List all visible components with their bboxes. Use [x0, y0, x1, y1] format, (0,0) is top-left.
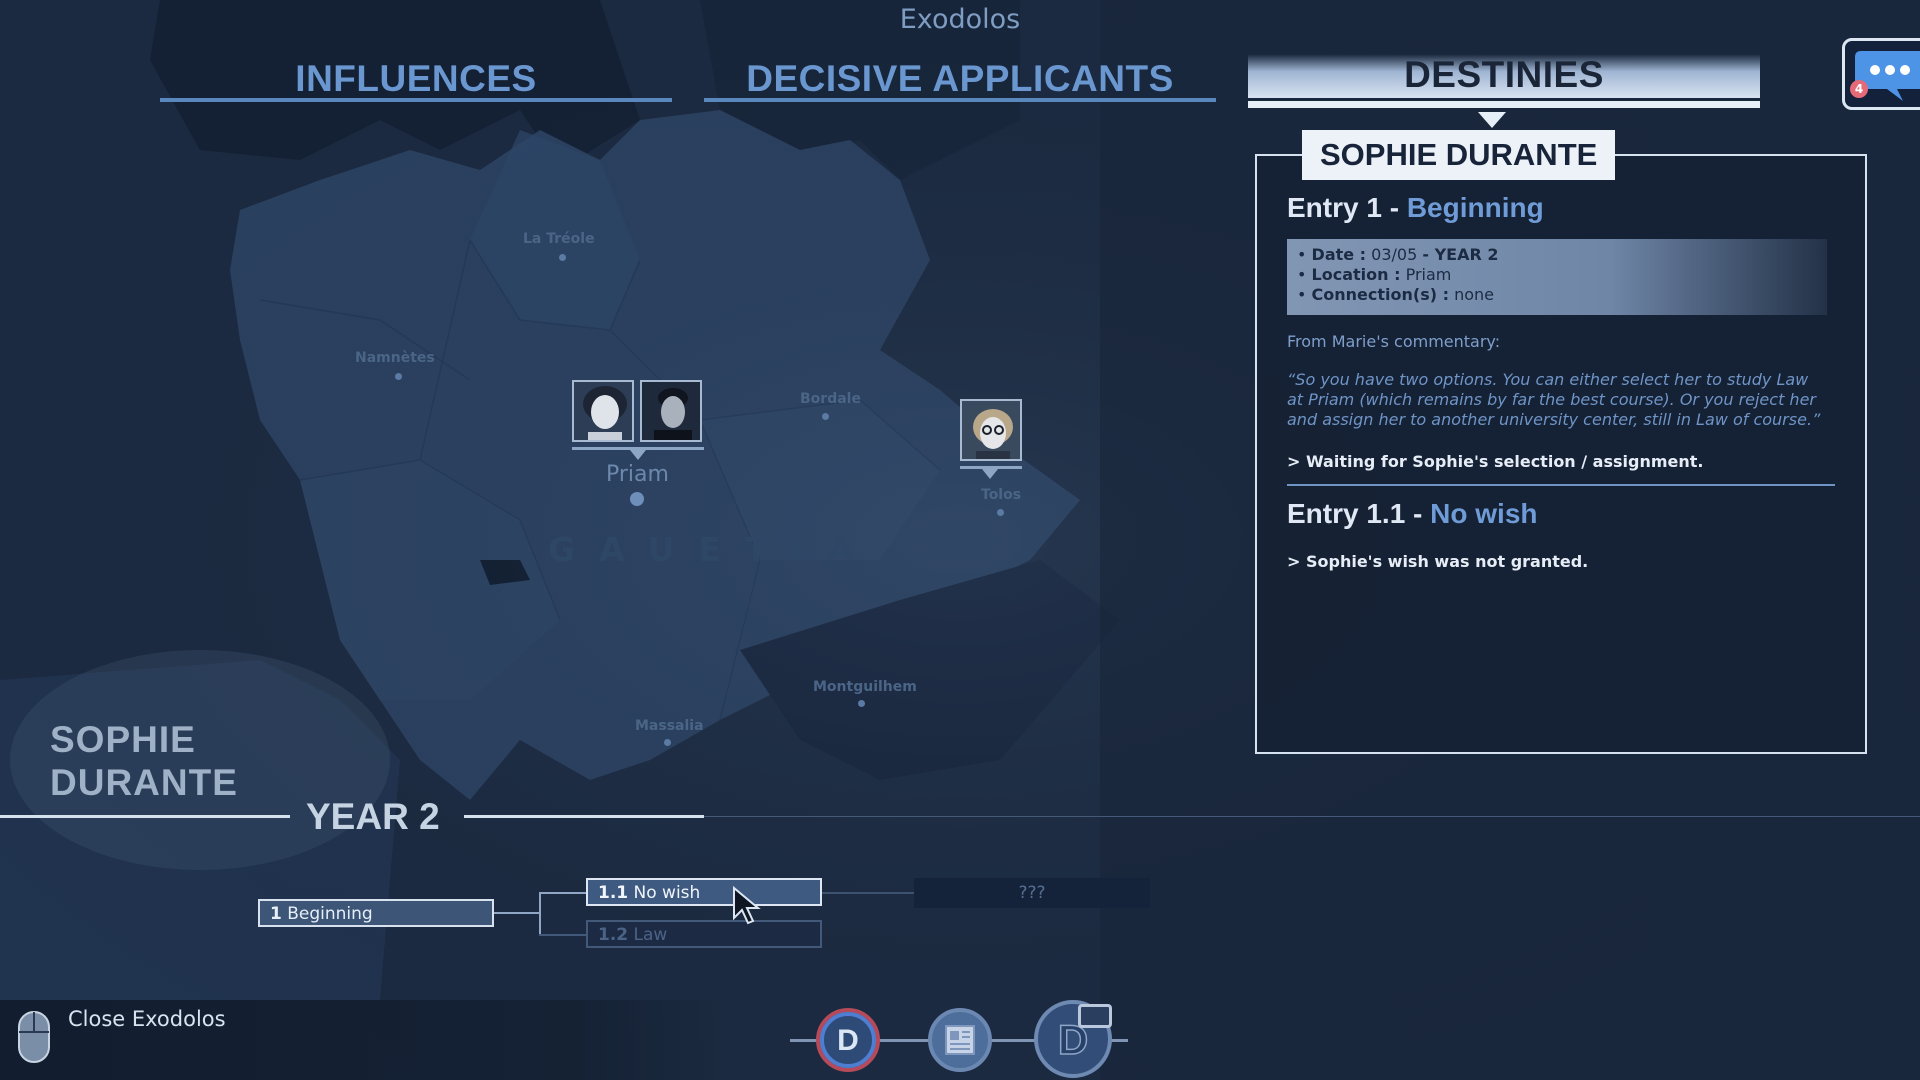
applicant-portrait[interactable]: [640, 380, 702, 442]
dock-button-d[interactable]: D: [816, 1008, 880, 1072]
applicant-portrait[interactable]: [960, 399, 1022, 461]
info-connections: • Connection(s) : none: [1297, 285, 1495, 304]
commentary-label: From Marie's commentary:: [1287, 332, 1501, 351]
tab-decisive-applicants[interactable]: DECISIVE APPLICANTS: [704, 58, 1216, 102]
tab-destinies[interactable]: DESTINIES: [1248, 54, 1760, 108]
tab-underline: [1248, 101, 1760, 108]
dock-button-news[interactable]: [928, 1008, 992, 1072]
tab-underline: [704, 98, 1216, 102]
timeline-connector: [822, 892, 914, 894]
portrait-woman-icon: [574, 382, 632, 440]
timeline-connector: [539, 892, 586, 894]
tab-underline: [160, 98, 672, 102]
entry-1-1-title: Entry 1.1 - No wish: [1287, 498, 1538, 530]
timeline-node-unknown[interactable]: ???: [914, 878, 1150, 908]
timeline-divider: [704, 816, 1920, 817]
portrait-pointer: [982, 469, 998, 479]
chat-button[interactable]: [1842, 38, 1920, 110]
mouse-cursor-icon: [733, 886, 761, 925]
city-label-massalia: Massalia: [635, 718, 704, 734]
portrait-glasses-icon: [962, 401, 1020, 459]
timeline-node-no-wish[interactable]: 1.1 No wish: [586, 878, 822, 906]
notification-badge: 4: [1850, 80, 1868, 98]
region-label: GAUETIA: [548, 530, 878, 569]
info-date: • Date : 03/05 - YEAR 2: [1297, 245, 1499, 264]
city-label-montguilhem: Montguilhem: [813, 679, 917, 695]
applicant-portrait[interactable]: [572, 380, 634, 442]
entry-1-title: Entry 1 - Beginning: [1287, 192, 1544, 224]
window-badge-icon: [1078, 1004, 1112, 1028]
timeline-node-beginning[interactable]: 1 Beginning: [258, 899, 494, 927]
tab-label: INFLUENCES: [295, 58, 537, 99]
year-label: YEAR 2: [306, 796, 440, 837]
tab-label: DECISIVE APPLICANTS: [746, 58, 1174, 99]
destiny-character-name: SOPHIE DURANTE: [1302, 130, 1616, 180]
mouse-icon: [18, 1011, 50, 1063]
character-last-name: DURANTE: [50, 762, 238, 803]
commentary-quote: “So you have two options. You can either…: [1287, 370, 1821, 429]
city-label-priam: Priam: [606, 462, 669, 487]
entry-1-note: > Waiting for Sophie's selection / assig…: [1287, 452, 1704, 471]
portrait-pointer: [630, 450, 646, 460]
app-title: Exodolos: [899, 4, 1021, 35]
year-line: [0, 815, 290, 818]
portrait-man-icon: [642, 382, 700, 440]
entry-prefix: Entry 1 -: [1287, 192, 1407, 223]
tab-label: DESTINIES: [1404, 54, 1604, 95]
city-dot: [858, 700, 865, 707]
city-label-bordale: Bordale: [800, 391, 861, 407]
character-first-name: SOPHIE: [50, 719, 196, 760]
tab-influences[interactable]: INFLUENCES: [160, 58, 672, 102]
entry-divider: [1287, 484, 1835, 486]
city-dot-selected: [630, 492, 644, 506]
entry-name: Beginning: [1406, 192, 1544, 223]
timeline-connector: [539, 934, 586, 936]
city-dot: [559, 254, 566, 261]
city-label-la-treole: La Tréole: [523, 231, 595, 247]
timeline-connector: [539, 892, 541, 934]
city-label-namnetes: Namnètes: [355, 350, 435, 366]
city-dot: [997, 509, 1004, 516]
city-label-tolos: Tolos: [981, 487, 1022, 503]
year-line: [464, 815, 704, 818]
entry-1-1-note: > Sophie's wish was not granted.: [1287, 552, 1589, 571]
timeline-connector: [494, 912, 539, 914]
city-dot: [395, 373, 402, 380]
svg-text:D: D: [837, 1024, 859, 1057]
city-dot: [664, 739, 671, 746]
city-dot: [822, 413, 829, 420]
character-name: SOPHIE DURANTE: [50, 718, 238, 804]
timeline-node-law[interactable]: 1.2 Law: [586, 920, 822, 948]
newspaper-icon: [945, 1025, 975, 1055]
entry-info-box: • Date : 03/05 - YEAR 2 • Location : Pri…: [1287, 239, 1827, 315]
d-logo-icon: D: [820, 1012, 876, 1068]
entry-name: No wish: [1430, 498, 1538, 529]
panel-pointer: [1478, 112, 1506, 128]
info-location: • Location : Priam: [1297, 265, 1452, 284]
close-exodolos-button[interactable]: Close Exodolos: [68, 1007, 226, 1031]
entry-prefix: Entry 1.1 -: [1287, 498, 1431, 529]
